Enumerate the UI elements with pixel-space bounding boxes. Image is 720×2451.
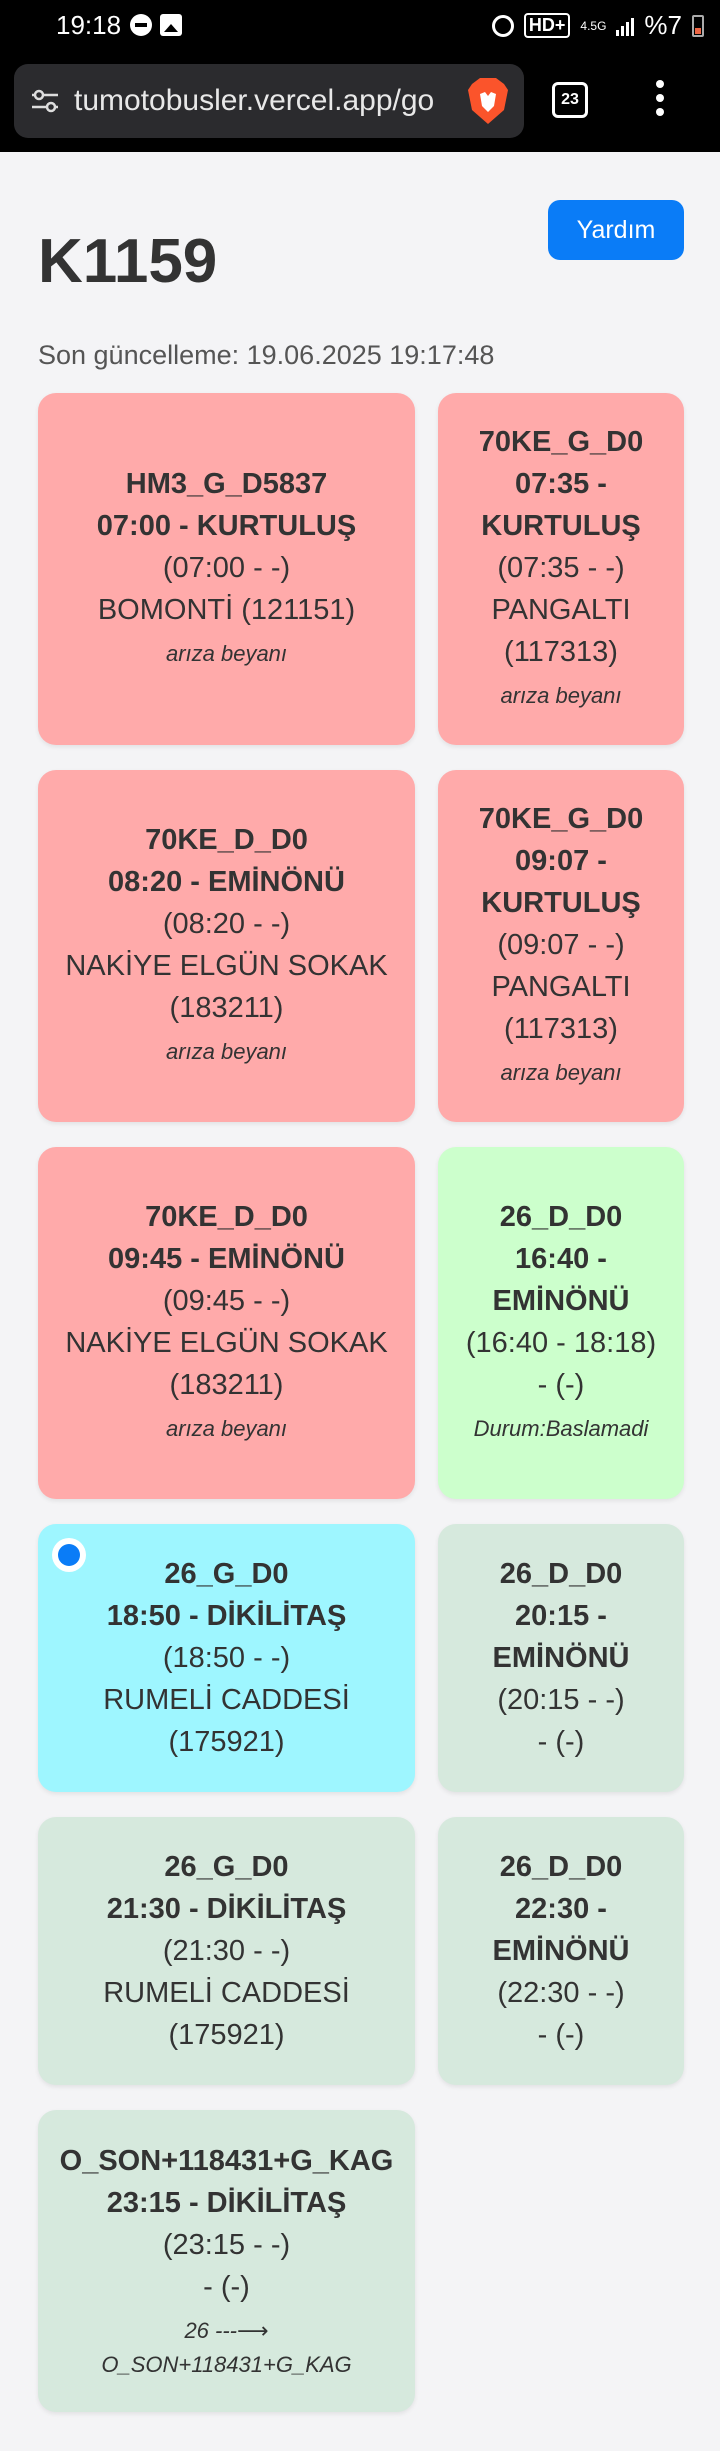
trip-times: (16:40 - 18:18) <box>465 1327 657 1359</box>
trip-stop: - (-) <box>537 1726 585 1758</box>
trip-stop: BOMONTİ (121151) <box>97 594 356 626</box>
trip-code: 26_G_D0 <box>164 1558 289 1590</box>
battery-percent: %7 <box>644 10 682 40</box>
alarm-icon <box>491 14 514 37</box>
trip-code: 26_D_D0 <box>499 1851 623 1883</box>
trip-time-destination: 07:00 - KURTULUŞ <box>96 510 357 542</box>
battery-icon <box>692 14 704 37</box>
trip-time-destination: 09:45 - EMİNÖNÜ <box>108 1243 345 1275</box>
trip-code: 26_G_D0 <box>164 1851 289 1883</box>
trip-card[interactable]: 26_G_D0 21:30 - DİKİLİTAŞ (21:30 - -) RU… <box>38 1817 415 2085</box>
trip-times: (08:20 - -) <box>162 908 291 940</box>
hd-voice-icon: HD+ <box>523 13 571 38</box>
trip-stop: RUMELİ CADDESİ (175921) <box>103 1684 350 1758</box>
signal-icon <box>616 16 635 36</box>
trip-code: 70KE_G_D0 <box>478 426 644 458</box>
trip-card[interactable]: 70KE_D_D0 09:45 - EMİNÖNÜ (09:45 - -) NA… <box>38 1147 415 1499</box>
trip-time-destination: 16:40 - EMİNÖNÜ <box>492 1243 630 1317</box>
address-bar[interactable]: tumotobusler.vercel.app/go <box>14 64 524 138</box>
trip-times: (23:15 - -) <box>162 2229 291 2261</box>
trip-time-destination: 18:50 - DİKİLİTAŞ <box>106 1600 347 1632</box>
trip-times: (18:50 - -) <box>162 1642 291 1674</box>
trip-time-destination: 22:30 - EMİNÖNÜ <box>492 1893 630 1967</box>
trip-stop: - (-) <box>537 2019 585 2051</box>
trip-note: arıza beyanı <box>165 641 288 666</box>
trip-transfer-target: O_SON+118431+G_KAG <box>101 2352 352 2377</box>
trip-time-destination: 23:15 - DİKİLİTAŞ <box>106 2187 347 2219</box>
trip-note: arıza beyanı <box>500 1060 622 1085</box>
tab-switcher-button[interactable]: 23 <box>552 82 588 118</box>
trip-times: (22:30 - -) <box>497 1977 625 2009</box>
site-settings-icon[interactable] <box>30 88 60 114</box>
trip-time-destination: 09:07 - KURTULUŞ <box>481 845 641 919</box>
trip-code: 26_D_D0 <box>499 1201 623 1233</box>
trip-times: (09:45 - -) <box>162 1285 291 1317</box>
trip-card[interactable]: 70KE_G_D0 09:07 - KURTULUŞ (09:07 - -) P… <box>438 770 684 1122</box>
trip-card[interactable]: 26_D_D0 22:30 - EMİNÖNÜ (22:30 - -) - (-… <box>438 1817 684 2085</box>
brave-shield-icon[interactable] <box>464 76 512 126</box>
trip-stop: RUMELİ CADDESİ (175921) <box>103 1977 350 2051</box>
trip-time-destination: 21:30 - DİKİLİTAŞ <box>106 1893 347 1925</box>
trip-times: (20:15 - -) <box>497 1684 625 1716</box>
gallery-icon <box>160 14 182 36</box>
trip-stop: PANGALTI (117313) <box>491 594 631 668</box>
trip-note: arıza beyanı <box>165 1416 288 1441</box>
trip-transfer-note: 26 ---⟶ <box>184 2318 269 2343</box>
trip-note: arıza beyanı <box>500 683 622 708</box>
page-title: K1159 <box>38 227 218 296</box>
trip-time-destination: 08:20 - EMİNÖNÜ <box>108 866 345 898</box>
trip-card[interactable]: 26_D_D0 20:15 - EMİNÖNÜ (20:15 - -) - (-… <box>438 1524 684 1792</box>
trip-times: (07:00 - -) <box>162 552 291 584</box>
trip-note: arıza beyanı <box>165 1039 288 1064</box>
last-update-text: Son güncelleme: 19.06.2025 19:17:48 <box>38 340 495 370</box>
trip-code: 70KE_G_D0 <box>478 803 644 835</box>
trip-stop: NAKİYE ELGÜN SOKAK (183211) <box>65 950 388 1024</box>
trip-stop: - (-) <box>537 1369 585 1401</box>
trip-code: 26_D_D0 <box>499 1558 623 1590</box>
trip-code: HM3_G_D5837 <box>125 468 328 500</box>
trip-times: (09:07 - -) <box>497 929 625 961</box>
more-menu-icon[interactable] <box>646 78 674 122</box>
trip-stop: - (-) <box>203 2271 250 2303</box>
trip-stop: NAKİYE ELGÜN SOKAK (183211) <box>65 1327 388 1401</box>
status-bar: 19:18 HD+ 4.5G %7 <box>0 0 720 52</box>
trip-card[interactable]: O_SON+118431+G_KAG 23:15 - DİKİLİTAŞ (23… <box>38 2110 415 2412</box>
trip-code: O_SON+118431+G_KAG <box>59 2145 394 2177</box>
help-button[interactable]: Yardım <box>548 200 684 260</box>
trip-stop: PANGALTI (117313) <box>491 971 631 1045</box>
trip-code: 70KE_D_D0 <box>145 824 308 856</box>
live-location-icon <box>52 1538 86 1572</box>
trip-times: (21:30 - -) <box>162 1935 291 1967</box>
browser-toolbar: tumotobusler.vercel.app/go 23 <box>0 52 720 152</box>
trip-note: Durum:Baslamadi <box>473 1416 649 1441</box>
url-text[interactable]: tumotobusler.vercel.app/go <box>74 84 454 118</box>
trip-time-destination: 20:15 - EMİNÖNÜ <box>492 1600 630 1674</box>
status-icons: HD+ 4.5G %7 <box>491 10 704 41</box>
trip-card[interactable]: 26_D_D0 16:40 - EMİNÖNÜ (16:40 - 18:18) … <box>438 1147 684 1499</box>
do-not-disturb-icon <box>130 14 152 36</box>
trip-card[interactable]: 70KE_D_D0 08:20 - EMİNÖNÜ (08:20 - -) NA… <box>38 770 415 1122</box>
trip-card[interactable]: 26_G_D0 18:50 - DİKİLİTAŞ (18:50 - -) RU… <box>38 1524 415 1792</box>
trip-card[interactable]: 70KE_G_D0 07:35 - KURTULUŞ (07:35 - -) P… <box>438 393 684 745</box>
clock: 19:18 <box>56 10 122 40</box>
network-type: 4.5G <box>580 18 607 33</box>
trip-time-destination: 07:35 - KURTULUŞ <box>481 468 641 542</box>
trip-code: 70KE_D_D0 <box>145 1201 308 1233</box>
trip-card[interactable]: HM3_G_D5837 07:00 - KURTULUŞ (07:00 - -)… <box>38 393 415 745</box>
trip-times: (07:35 - -) <box>497 552 625 584</box>
